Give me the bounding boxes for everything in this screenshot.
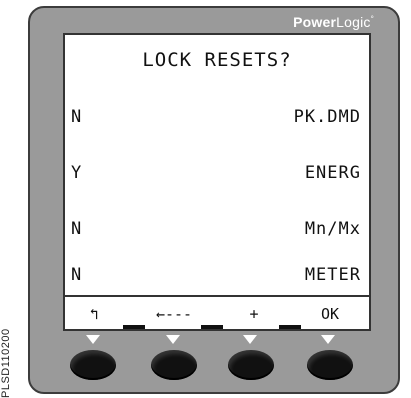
energ-value: Y [71,163,83,183]
meter-label: METER [304,265,361,285]
softkey-divider [201,325,223,329]
softkey-button-2[interactable] [151,350,197,380]
softkey-left-label: ←--- [155,305,193,323]
softkey-button-4[interactable] [307,350,353,380]
softkey-bar: ↰ ←--- + OK [65,295,369,329]
softkey-plus-label: + [249,305,259,323]
button-pointer [243,335,257,344]
energ-label: ENERG [304,163,361,183]
softkey-up-label: ↰ [89,305,99,323]
button-pointer [321,335,335,344]
button-pointer [166,335,180,344]
screen-title: LOCK RESETS? [142,49,292,71]
softkey-button-1[interactable] [70,350,116,380]
pk-dmd-label: PK.DMD [293,107,361,127]
softkey-divider [279,325,301,329]
softkey-button-3[interactable] [228,350,274,380]
meter-value: N [71,265,83,285]
softkey-divider [123,325,145,329]
mnmx-label: Mn/Mx [304,219,361,239]
button-pointer [86,335,100,344]
pk-dmd-value: N [71,107,83,127]
lcd-display: LOCK RESETS? N PK.DMD Y ENERG N Mn/Mx N … [63,33,371,331]
softkey-ok-label: OK [320,305,340,323]
mnmx-value: N [71,219,83,239]
brand-logo: PowerLogic° [293,14,374,30]
part-number-label: PLSD110200 [0,328,12,398]
